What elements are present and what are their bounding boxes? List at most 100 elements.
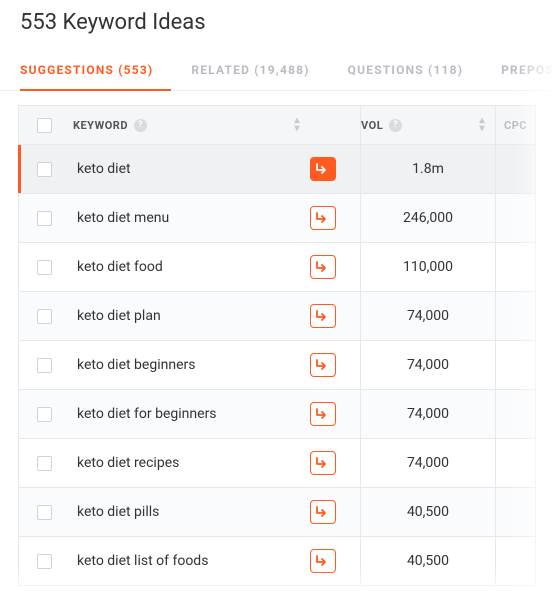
row-action-cell [310, 353, 360, 377]
row-keyword-cell: keto diet menu [69, 210, 310, 226]
row-vol-cell: 40,500 [360, 488, 495, 536]
row-action-cell [310, 549, 360, 573]
row-cpc-cell [495, 292, 535, 340]
return-arrow-icon [316, 555, 330, 567]
return-arrow-icon [316, 408, 330, 420]
table-row: keto diet recipes 74,000 [18, 439, 536, 488]
expand-button[interactable] [310, 157, 336, 181]
row-checkbox-cell [19, 456, 69, 471]
keyword-text: keto diet food [73, 259, 163, 275]
table-row: keto diet plan 74,000 [18, 292, 536, 341]
expand-button[interactable] [310, 500, 336, 524]
help-icon[interactable]: ? [389, 119, 402, 132]
row-checkbox[interactable] [37, 211, 52, 226]
sort-icon[interactable]: ▴▾ [294, 117, 300, 133]
keyword-text: keto diet pills [73, 504, 159, 520]
return-arrow-icon [316, 212, 330, 224]
row-checkbox[interactable] [37, 309, 52, 324]
row-cpc-cell [495, 145, 535, 193]
row-keyword-cell: keto diet list of foods [69, 553, 310, 569]
row-checkbox-cell [19, 260, 69, 275]
expand-button[interactable] [310, 402, 336, 426]
header-keyword-cell[interactable]: KEYWORD ? ▴▾ [69, 117, 310, 133]
table-row: keto diet pills 40,500 [18, 488, 536, 537]
return-arrow-icon [316, 457, 330, 469]
row-cpc-cell [495, 243, 535, 291]
return-arrow-icon [316, 310, 330, 322]
keyword-text: keto diet [73, 161, 131, 177]
table-row: keto diet menu 246,000 [18, 194, 536, 243]
header-cpc-cell[interactable]: CPC [495, 106, 535, 144]
row-checkbox[interactable] [37, 407, 52, 422]
return-arrow-icon [316, 359, 330, 371]
expand-button[interactable] [310, 304, 336, 328]
header-vol-cell[interactable]: VOL ? ▴▾ [360, 106, 495, 144]
expand-button[interactable] [310, 353, 336, 377]
tab-2[interactable]: QUESTIONS (118) [348, 53, 481, 90]
row-action-cell [310, 500, 360, 524]
tab-3[interactable]: PREPOSITIONS [501, 53, 554, 90]
header-cpc-label: CPC [504, 119, 527, 132]
header-keyword-label: KEYWORD [73, 119, 128, 132]
row-checkbox[interactable] [37, 162, 52, 177]
header-vol-label: VOL [361, 119, 383, 132]
header-checkbox-cell [19, 118, 69, 133]
expand-button[interactable] [310, 206, 336, 230]
row-checkbox[interactable] [37, 456, 52, 471]
row-action-cell [310, 304, 360, 328]
expand-button[interactable] [310, 451, 336, 475]
tab-0[interactable]: SUGGESTIONS (553) [20, 53, 171, 91]
table-row: keto diet for beginners 74,000 [18, 390, 536, 439]
row-cpc-cell [495, 341, 535, 389]
row-cpc-cell [495, 439, 535, 487]
row-vol-cell: 40,500 [360, 537, 495, 585]
sort-icon[interactable]: ▴▾ [479, 117, 485, 133]
return-arrow-icon [316, 163, 330, 175]
row-keyword-cell: keto diet recipes [69, 455, 310, 471]
expand-button[interactable] [310, 549, 336, 573]
expand-button[interactable] [310, 255, 336, 279]
row-vol-cell: 246,000 [360, 194, 495, 242]
row-checkbox-cell [19, 407, 69, 422]
return-arrow-icon [316, 261, 330, 273]
table-row: keto diet 1.8m [18, 145, 536, 194]
keyword-text: keto diet plan [73, 308, 161, 324]
row-checkbox[interactable] [37, 554, 52, 569]
row-checkbox[interactable] [37, 505, 52, 520]
row-vol-cell: 110,000 [360, 243, 495, 291]
row-checkbox-cell [19, 505, 69, 520]
keyword-text: keto diet for beginners [73, 406, 217, 422]
row-cpc-cell [495, 537, 535, 585]
row-keyword-cell: keto diet [69, 161, 310, 177]
row-vol-cell: 74,000 [360, 439, 495, 487]
row-cpc-cell [495, 194, 535, 242]
row-keyword-cell: keto diet food [69, 259, 310, 275]
row-cpc-cell [495, 390, 535, 438]
table-header-row: KEYWORD ? ▴▾ VOL ? ▴▾ CPC [18, 105, 536, 145]
keyword-text: keto diet recipes [73, 455, 179, 471]
help-icon[interactable]: ? [134, 119, 147, 132]
tab-1[interactable]: RELATED (19,488) [191, 53, 327, 90]
row-keyword-cell: keto diet for beginners [69, 406, 310, 422]
row-vol-cell: 74,000 [360, 292, 495, 340]
row-checkbox-cell [19, 211, 69, 226]
row-action-cell [310, 206, 360, 230]
row-action-cell [310, 157, 360, 181]
row-checkbox[interactable] [37, 260, 52, 275]
row-vol-cell: 1.8m [360, 145, 495, 193]
keyword-text: keto diet menu [73, 210, 169, 226]
select-all-checkbox[interactable] [37, 118, 52, 133]
row-action-cell [310, 451, 360, 475]
row-keyword-cell: keto diet pills [69, 504, 310, 520]
table-body: keto diet 1.8m keto diet menu 246,000 [18, 145, 536, 586]
return-arrow-icon [316, 506, 330, 518]
row-action-cell [310, 255, 360, 279]
row-checkbox-cell [19, 554, 69, 569]
row-checkbox[interactable] [37, 358, 52, 373]
row-vol-cell: 74,000 [360, 390, 495, 438]
keyword-text: keto diet list of foods [73, 553, 208, 569]
table-row: keto diet list of foods 40,500 [18, 537, 536, 586]
table-row: keto diet beginners 74,000 [18, 341, 536, 390]
row-checkbox-cell [19, 162, 69, 177]
row-keyword-cell: keto diet plan [69, 308, 310, 324]
